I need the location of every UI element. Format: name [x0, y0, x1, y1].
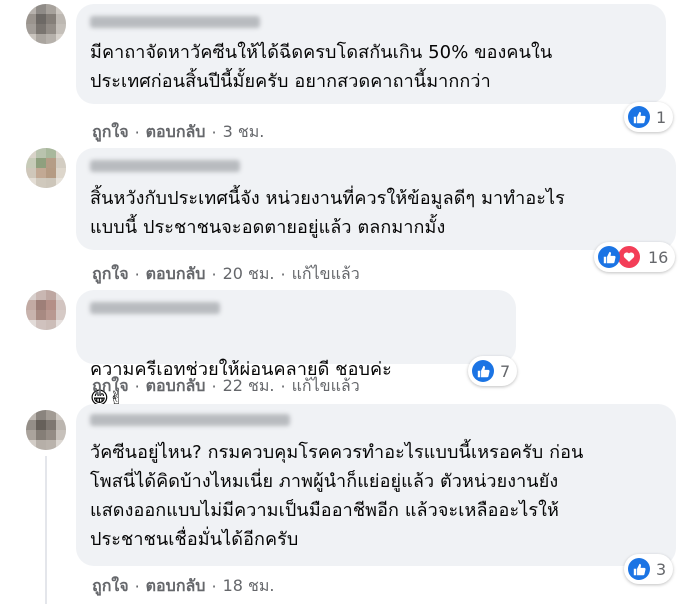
reply-link[interactable]: ตอบกลับ — [146, 262, 206, 287]
separator: · — [211, 577, 217, 596]
comment-actions: ถูกใจ · ตอบกลับ · 20 ชม. · แก้ไขแล้ว — [92, 262, 360, 287]
like-link[interactable]: ถูกใจ — [92, 374, 129, 399]
like-icon — [628, 106, 650, 128]
like-icon — [472, 360, 494, 382]
separator: · — [134, 265, 140, 284]
avatar[interactable] — [26, 290, 66, 330]
like-link[interactable]: ถูกใจ — [92, 120, 129, 145]
comment-actions: ถูกใจ · ตอบกลับ · 22 ชม. · แก้ไขแล้ว — [92, 374, 360, 399]
separator: · — [280, 265, 286, 284]
comment-text: มีคาถาจัดหาวัคซีนให้ได้ฉีดครบโดสกันเกิน … — [90, 42, 553, 92]
separator: · — [280, 377, 286, 396]
reply-link[interactable]: ตอบกลับ — [146, 374, 206, 399]
like-icon — [628, 558, 650, 580]
reaction-summary[interactable]: 7 — [468, 356, 518, 386]
separator: · — [134, 377, 140, 396]
reaction-summary[interactable]: 16 — [594, 242, 676, 272]
reaction-summary[interactable]: 3 — [624, 554, 674, 584]
comment-text: วัคซีนอยู่ไหน? กรมควบคุมโรคควรทำอะไรแบบน… — [90, 442, 584, 550]
comment-bubble: มีคาถาจัดหาวัคซีนให้ได้ฉีดครบโดสกันเกิน … — [76, 4, 666, 104]
avatar[interactable] — [26, 410, 66, 450]
comment-bubble: ความครีเอทช่วยให้ผ่อนคลายดี ชอบค่ะ 😁✌ — [76, 290, 516, 409]
comment-actions: ถูกใจ · ตอบกลับ · 18 ชม. — [92, 574, 275, 599]
author-name[interactable] — [90, 414, 290, 426]
like-link[interactable]: ถูกใจ — [92, 262, 129, 287]
timestamp[interactable]: 3 ชม. — [223, 120, 265, 145]
timestamp[interactable]: 22 ชม. — [223, 374, 275, 399]
comment-text: ความครีเอทช่วยให้ผ่อนคลายดี ชอบค่ะ 😁✌ — [90, 326, 392, 413]
timestamp[interactable]: 18 ชม. — [223, 574, 275, 599]
timestamp[interactable]: 20 ชม. — [223, 262, 275, 287]
like-link[interactable]: ถูกใจ — [92, 574, 129, 599]
separator: · — [134, 577, 140, 596]
comment-bubble: วัคซีนอยู่ไหน? กรมควบคุมโรคควรทำอะไรแบบน… — [76, 404, 676, 566]
reply-link[interactable]: ตอบกลับ — [146, 574, 206, 599]
reply-link[interactable]: ตอบกลับ — [146, 120, 206, 145]
author-name[interactable] — [90, 302, 220, 314]
reaction-summary[interactable]: 1 — [624, 102, 674, 132]
like-icon — [598, 246, 620, 268]
author-name[interactable] — [90, 16, 260, 28]
edited-label: แก้ไขแล้ว — [291, 264, 360, 283]
reaction-count: 7 — [500, 361, 511, 381]
avatar[interactable] — [26, 4, 66, 44]
comment-text: สิ้นหวังกับประเทศนี้จัง หน่วยงานที่ควรให… — [90, 188, 565, 238]
separator: · — [211, 377, 217, 396]
reaction-count: 16 — [648, 247, 669, 267]
reaction-count: 3 — [656, 559, 667, 579]
thread-line — [45, 456, 47, 604]
author-name[interactable] — [90, 160, 240, 172]
reaction-count: 1 — [656, 107, 667, 127]
separator: · — [211, 265, 217, 284]
avatar[interactable] — [26, 148, 66, 188]
comment-bubble: สิ้นหวังกับประเทศนี้จัง หน่วยงานที่ควรให… — [76, 148, 676, 250]
separator: · — [134, 123, 140, 142]
separator: · — [211, 123, 217, 142]
comment-actions: ถูกใจ · ตอบกลับ · 3 ชม. — [92, 120, 264, 145]
edited-label: แก้ไขแล้ว — [291, 376, 360, 395]
